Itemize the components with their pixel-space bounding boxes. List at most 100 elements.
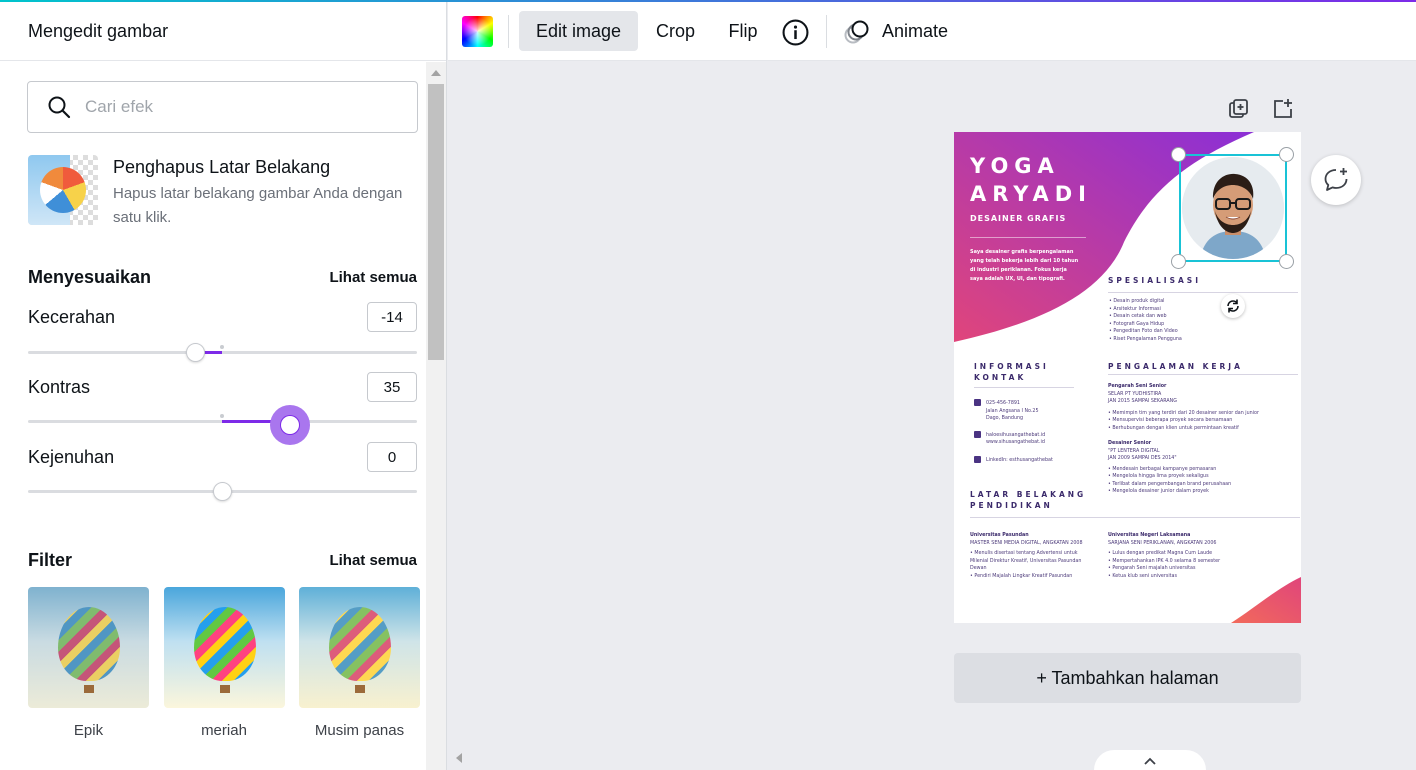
list-item: • Mempertahankan IPK 4.0 selama 8 semest…	[1108, 558, 1221, 564]
add-comment-button[interactable]	[1311, 155, 1361, 205]
background-remover-title: Penghapus Latar Belakang	[113, 157, 331, 177]
list-item: • Riset Pengalaman Pengguna	[1109, 336, 1182, 342]
add-comment-icon	[1324, 168, 1348, 191]
resume-last-name: ARYADI	[970, 182, 1092, 206]
background-remover-thumbnail	[28, 155, 98, 225]
contrast-value-input[interactable]: 35	[367, 372, 417, 402]
list-item: • Pendiri Majalah Lingkar Kreatif Pasund…	[970, 573, 1073, 579]
mail-icon	[974, 430, 981, 438]
resize-handle-top-left[interactable]	[1171, 147, 1186, 162]
adjust-heading: Menyesuaikan	[28, 267, 152, 287]
experience-list: Pengarah Seni Senior SELAR PT YUDHISTIRA…	[1108, 383, 1298, 496]
panel-content: Penghapus Latar Belakang Hapus latar bel…	[0, 62, 426, 770]
filter-see-all-link[interactable]: Lihat semua	[329, 552, 417, 569]
divider	[970, 237, 1086, 238]
list-item: • Menulis disertasi tentang Advertensi u…	[970, 551, 1082, 571]
duplicate-page-icon[interactable]	[1228, 98, 1250, 120]
filter-label: meriah	[201, 722, 247, 739]
brightness-value-input[interactable]: -14	[367, 302, 417, 332]
divider	[974, 387, 1074, 388]
scrollbar-thumb[interactable]	[428, 84, 444, 360]
education-heading: LATAR BELAKANG PENDIDIKAN	[970, 490, 1087, 510]
brightness-slider-handle[interactable]	[186, 343, 205, 362]
list-item: • Pengeditan Foto dan Video	[1109, 329, 1178, 334]
list-item: • Mengelola desainer junior dalam proyek	[1108, 489, 1209, 494]
list-item: • Berhubungan dengan klien untuk permint…	[1108, 425, 1239, 431]
filter-meriah-thumbnail	[163, 587, 285, 708]
crop-button[interactable]: Crop	[639, 11, 712, 51]
list-item: • Mensupervisi beberapa proyek secara be…	[1108, 418, 1233, 423]
list-item: • Desain cetak dan web	[1109, 314, 1167, 319]
edit-image-button[interactable]: Edit image	[519, 11, 638, 51]
add-page-icon[interactable]	[1272, 97, 1294, 119]
panel-title: Mengedit gambar	[0, 2, 446, 61]
contrast-row: Kontras 35	[28, 372, 417, 402]
scroll-left-arrow-icon[interactable]	[456, 753, 462, 763]
contact-info: 025-456-7891 Jalan Angsana I No.25 Dago,…	[974, 399, 1094, 464]
selected-profile-photo[interactable]	[1179, 154, 1287, 262]
show-pages-toggle[interactable]	[1094, 750, 1206, 770]
filter-epik[interactable]: Epik	[28, 587, 149, 739]
contrast-slider-handle[interactable]	[270, 405, 310, 445]
scroll-up-arrow-icon[interactable]	[431, 70, 441, 76]
color-picker-icon[interactable]	[462, 16, 493, 47]
background-remover-option[interactable]: Penghapus Latar Belakang Hapus latar bel…	[28, 155, 426, 227]
chevron-up-icon	[1144, 757, 1156, 765]
filter-section-header: Filter Lihat semua	[28, 550, 417, 571]
list-item: • Pengarah Seni majalah universitas	[1108, 566, 1196, 571]
filter-heading: Filter	[28, 550, 73, 570]
education-col-2: Universitas Negeri Laksamana SARJANA SEN…	[1108, 532, 1288, 580]
saturation-row: Kejenuhan 0	[28, 442, 417, 472]
edit-image-panel: Mengedit gambar Penghapus Latar Belakang…	[0, 2, 447, 770]
filter-epik-thumbnail	[28, 587, 149, 708]
canvas-horizontal-scrollbar[interactable]	[448, 749, 1416, 770]
specialization-list: • Desain produk digital • Arsitektur Inf…	[1109, 298, 1289, 343]
search-icon	[48, 96, 71, 119]
contact-heading: INFORMASI KONTAK	[974, 362, 1049, 382]
linkedin-icon	[974, 455, 981, 463]
saturation-label: Kejenuhan	[28, 446, 115, 467]
resume-first-name: YOGA	[970, 154, 1060, 178]
filter-meriah[interactable]: meriah	[163, 587, 285, 739]
brightness-label: Kecerahan	[28, 306, 116, 327]
filter-musim-panas-thumbnail	[299, 587, 420, 708]
toolbar-divider	[508, 15, 509, 48]
adjust-see-all-link[interactable]: Lihat semua	[329, 269, 417, 286]
image-toolbar: Edit image Crop Flip Animate	[448, 2, 1416, 61]
beach-ball-icon	[40, 167, 86, 213]
filter-label: Musim panas	[314, 722, 405, 739]
saturation-slider[interactable]	[28, 476, 417, 506]
info-icon[interactable]	[782, 19, 809, 46]
list-item: • Memimpin tim yang terdiri dari 20 desa…	[1108, 410, 1259, 416]
list-item: • Lulus dengan predikat Magna Cum Laude	[1108, 551, 1213, 556]
divider	[1108, 292, 1298, 293]
effects-search-box[interactable]	[27, 81, 418, 133]
contrast-slider[interactable]	[28, 405, 417, 445]
saturation-value-input[interactable]: 0	[367, 442, 417, 472]
filter-label: Epik	[73, 722, 104, 739]
resize-handle-bottom-right[interactable]	[1279, 254, 1294, 269]
specialization-heading: SPESIALISASI	[1108, 276, 1201, 285]
filter-grid: Epik meriah Musim panas	[28, 587, 420, 739]
list-item: • Ketua klub seni universitas	[1108, 573, 1177, 579]
rotate-button[interactable]	[1221, 294, 1245, 318]
panel-scrollbar[interactable]	[426, 62, 446, 770]
resize-handle-top-right[interactable]	[1279, 147, 1294, 162]
resize-handle-bottom-left[interactable]	[1171, 254, 1186, 269]
resume-role: DESAINER GRAFIS	[970, 214, 1067, 223]
flip-button[interactable]: Flip	[712, 11, 774, 51]
animate-button[interactable]: Animate	[866, 11, 964, 51]
search-input[interactable]	[85, 97, 385, 117]
brightness-slider[interactable]	[28, 337, 417, 367]
add-page-button[interactable]: + Tambahkan halaman	[954, 653, 1301, 703]
list-item: • Mendesain berbagai kampanye pemasaran	[1108, 466, 1217, 472]
list-item: • Fotografi Gaya Hidup	[1109, 321, 1165, 327]
divider	[1108, 374, 1298, 375]
saturation-slider-handle[interactable]	[213, 482, 232, 501]
filter-musim-panas[interactable]: Musim panas	[299, 587, 420, 739]
education-col-1: Universitas Pasundan MASTER SENI MEDIA D…	[970, 532, 1096, 580]
toolbar-divider	[826, 15, 827, 48]
list-item: • Desain produk digital	[1109, 299, 1165, 304]
experience-heading: PENGALAMAN KERJA	[1108, 362, 1243, 371]
contrast-label: Kontras	[28, 376, 91, 397]
